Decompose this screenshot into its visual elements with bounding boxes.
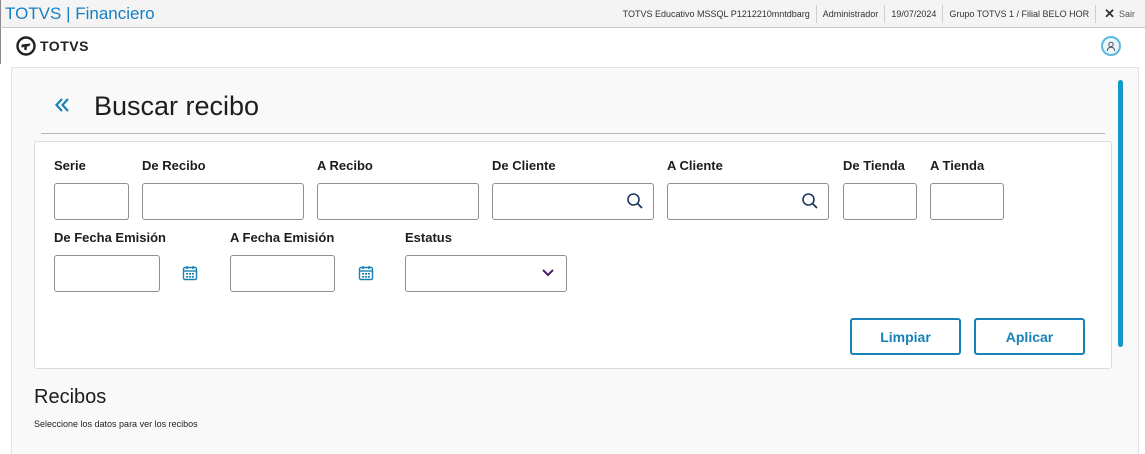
double-chevron-left-icon [55, 98, 69, 112]
branch-info[interactable]: Grupo TOTVS 1 / Filial BELO HOR [942, 5, 1095, 23]
back-button[interactable] [54, 93, 70, 119]
a-recibo-input[interactable] [317, 183, 479, 220]
a-cliente-input[interactable] [667, 183, 829, 220]
calendar-icon[interactable] [358, 265, 374, 281]
results-hint: Seleccione los datos para ver los recibo… [34, 419, 198, 429]
page-title: Buscar recibo [94, 91, 260, 121]
search-icon[interactable] [801, 192, 819, 210]
user-info[interactable]: Administrador [815, 5, 885, 23]
de-cliente-input[interactable] [492, 183, 654, 220]
date-info[interactable]: 19/07/2024 [884, 5, 942, 23]
app-title: TOTVS | Financiero [5, 4, 155, 23]
results-title: Recibos [34, 386, 107, 408]
apply-button[interactable]: Aplicar [974, 318, 1085, 355]
logout-label: Sair [1118, 9, 1135, 19]
totvs-logo: TOTVS [16, 36, 89, 56]
user-avatar[interactable] [1101, 36, 1121, 56]
de-cliente-label: De Cliente [492, 158, 556, 173]
environment-info[interactable]: TOTVS Educativo MSSQL P1212210mntdbarg [617, 5, 816, 23]
main-page: Buscar recibo Serie De Recibo A Recibo D… [11, 67, 1139, 454]
estatus-label: Estatus [405, 230, 452, 245]
serie-input[interactable] [54, 183, 129, 220]
status-bar: TOTVS Educativo MSSQL P1212210mntdbarg A… [617, 0, 1145, 28]
de-fecha-input[interactable] [54, 255, 160, 292]
app-header: TOTVS [0, 28, 1145, 64]
logo-text: TOTVS [40, 38, 89, 54]
a-cliente-label: A Cliente [667, 158, 723, 173]
window-title-bar: TOTVS | Financiero TOTVS Educativo MSSQL… [0, 0, 1145, 28]
a-recibo-label: A Recibo [317, 158, 373, 173]
a-fecha-label: A Fecha Emisión [230, 230, 335, 245]
de-recibo-input[interactable] [142, 183, 304, 220]
de-tienda-label: De Tienda [843, 158, 905, 173]
totvs-logo-icon [16, 36, 36, 56]
de-fecha-label: De Fecha Emisión [54, 230, 166, 245]
filter-panel: Serie De Recibo A Recibo De Cliente A Cl… [34, 141, 1112, 369]
clear-button[interactable]: Limpiar [850, 318, 961, 355]
a-fecha-input[interactable] [230, 255, 335, 292]
serie-label: Serie [54, 158, 86, 173]
de-tienda-input[interactable] [843, 183, 917, 220]
de-recibo-label: De Recibo [142, 158, 206, 173]
logout-button[interactable]: ✕ Sair [1095, 5, 1145, 23]
page-header: Buscar recibo [41, 81, 1105, 134]
vertical-scrollbar[interactable] [1118, 80, 1123, 347]
calendar-icon[interactable] [182, 265, 198, 281]
search-icon[interactable] [626, 192, 644, 210]
chevron-down-icon [542, 269, 554, 277]
close-icon: ✕ [1104, 6, 1115, 21]
estatus-select[interactable] [405, 255, 567, 292]
user-icon [1106, 41, 1116, 51]
a-tienda-input[interactable] [930, 183, 1004, 220]
a-tienda-label: A Tienda [930, 158, 985, 173]
